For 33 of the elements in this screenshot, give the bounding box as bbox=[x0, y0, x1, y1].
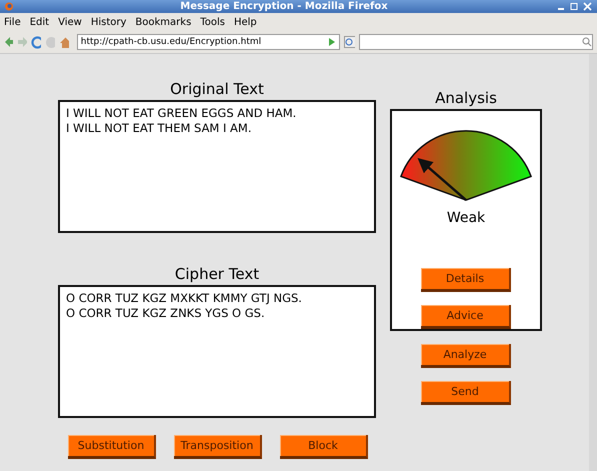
action-button[interactable]: Advice bbox=[421, 305, 511, 329]
search-field[interactable] bbox=[358, 34, 593, 50]
menu-item[interactable]: Help bbox=[234, 16, 257, 28]
panel-heading: Original Text bbox=[170, 80, 264, 98]
scrollbar[interactable] bbox=[589, 54, 597, 471]
panel-heading: Cipher Text bbox=[174, 265, 260, 283]
search-engine-icon[interactable] bbox=[344, 36, 355, 48]
menu-item[interactable]: View bbox=[58, 16, 82, 28]
go-arrow-icon[interactable] bbox=[328, 38, 336, 46]
menu-item[interactable]: History bbox=[90, 16, 126, 28]
maximize-icon[interactable] bbox=[569, 2, 580, 11]
close-icon[interactable] bbox=[582, 2, 593, 11]
text-area[interactable]: I WILL NOT EAT GREEN EGGS AND HAM. I WILL NOT EAT THEM SAM I AM. bbox=[58, 100, 376, 233]
menu-item[interactable]: File bbox=[4, 16, 21, 28]
menu-item[interactable]: Edit bbox=[30, 16, 50, 28]
panel-heading: Analysis bbox=[435, 89, 497, 107]
action-button[interactable]: Send bbox=[421, 381, 511, 405]
action-button[interactable]: Details bbox=[421, 268, 511, 292]
action-button[interactable]: Transposition bbox=[174, 435, 262, 459]
menu-item[interactable]: Bookmarks bbox=[135, 16, 192, 28]
action-button[interactable]: Analyze bbox=[421, 344, 511, 368]
address-field[interactable]: http://cpath-cb.usu.edu/Encryption.html bbox=[76, 34, 340, 50]
search-icon[interactable] bbox=[582, 37, 592, 47]
action-button[interactable]: Block bbox=[280, 435, 368, 459]
gauge-needle bbox=[418, 158, 467, 202]
menu-item[interactable]: Tools bbox=[200, 16, 225, 28]
strength-label: Weak bbox=[446, 210, 486, 226]
action-button[interactable]: Substitution bbox=[68, 435, 156, 459]
text-area[interactable]: O CORR TUZ KGZ MXKKT KMMY GTJ NGS. O CORR TUZ KGZ ZNKS YGS O GS. bbox=[58, 285, 376, 418]
reload-icon[interactable] bbox=[30, 36, 41, 48]
back-arrow-icon[interactable] bbox=[4, 36, 14, 48]
home-icon[interactable] bbox=[58, 36, 69, 48]
window-title: Message Encryption - Mozilla Firefox bbox=[179, 1, 389, 12]
